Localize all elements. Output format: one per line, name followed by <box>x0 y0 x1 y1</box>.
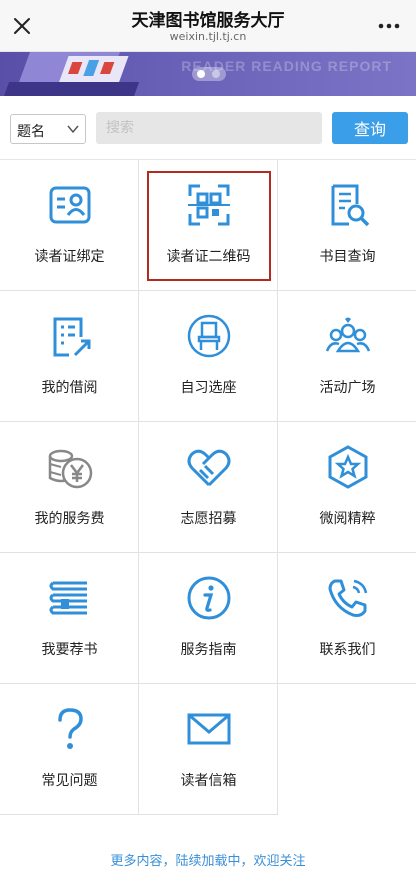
grid-item-label: 我的借阅 <box>41 380 98 396</box>
search-input[interactable] <box>96 112 322 144</box>
grid-item-label: 读者信箱 <box>180 773 237 789</box>
footer-note: 更多内容，陆续加载中，欢迎关注 <box>110 854 306 869</box>
grid-item-coin-yen[interactable]: 我的服务费 <box>0 422 139 553</box>
book-search-icon <box>331 184 370 227</box>
grid-item-label: 联系我们 <box>319 642 376 658</box>
qr-code-icon <box>188 184 230 226</box>
grid-item-label: 书目查询 <box>319 249 376 265</box>
grid-item-label: 服务指南 <box>180 642 237 658</box>
top-bar: 天津图书馆服务大厅 weixin.tjl.tj.cn <box>0 0 416 52</box>
grid-item-label: 常见问题 <box>41 773 98 789</box>
book-stack-icon <box>49 581 87 615</box>
grid-item-star-hexagon[interactable]: 微阅精粹 <box>278 422 416 553</box>
grid-item-handshake-heart[interactable]: 志愿招募 <box>139 422 278 553</box>
banner-carousel[interactable]: READER READING REPORT <box>0 52 416 96</box>
chevron-down-icon <box>67 125 79 134</box>
banner-illustration <box>3 52 140 96</box>
carousel-dot[interactable] <box>212 70 220 78</box>
search-bar: 题名 查询 <box>0 96 416 160</box>
grid-item-chair[interactable]: 自习选座 <box>139 291 278 422</box>
info-icon <box>187 576 231 620</box>
search-field-select[interactable]: 题名 <box>10 114 86 144</box>
grid-item-question[interactable]: 常见问题 <box>0 684 139 815</box>
grid-item-people[interactable]: 活动广场 <box>278 291 416 422</box>
grid-item-label: 我的服务费 <box>34 511 105 527</box>
page-url: weixin.tjl.tj.cn <box>169 30 247 43</box>
phone-icon <box>328 579 368 617</box>
grid-item-qr-code[interactable]: 读者证二维码 <box>139 160 278 291</box>
more-icon[interactable] <box>376 14 402 38</box>
grid-item-mail[interactable]: 读者信箱 <box>139 684 278 815</box>
chair-icon <box>187 314 231 358</box>
grid-item-book-search[interactable]: 书目查询 <box>278 160 416 291</box>
handshake-heart-icon <box>187 449 231 487</box>
grid-item-borrow-list[interactable]: 我的借阅 <box>0 291 139 422</box>
select-value: 题名 <box>17 124 45 140</box>
star-hexagon-icon <box>328 445 368 489</box>
grid-item-phone[interactable]: 联系我们 <box>278 553 416 684</box>
coin-yen-icon <box>48 449 93 489</box>
grid-item-label: 读者证二维码 <box>166 249 251 265</box>
grid-item-id-card[interactable]: 读者证绑定 <box>0 160 139 291</box>
grid-item-label: 活动广场 <box>319 380 376 396</box>
grid-item-label: 志愿招募 <box>180 511 237 527</box>
carousel-indicator <box>192 67 226 81</box>
grid-item-label: 微阅精粹 <box>319 511 376 527</box>
people-icon <box>325 317 371 353</box>
carousel-dot-active[interactable] <box>197 70 205 78</box>
mail-icon <box>187 713 231 745</box>
query-button[interactable]: 查询 <box>332 112 408 144</box>
grid-item-book-stack[interactable]: 我要荐书 <box>0 553 139 684</box>
question-icon <box>58 708 83 749</box>
grid-item-label: 读者证绑定 <box>34 249 105 265</box>
borrow-list-icon <box>53 317 91 357</box>
grid-item-label: 我要荐书 <box>41 642 98 658</box>
grid-item-info[interactable]: 服务指南 <box>139 553 278 684</box>
page-title: 天津图书馆服务大厅 <box>131 11 285 31</box>
id-card-icon <box>49 186 91 224</box>
grid-item-label: 自习选座 <box>180 380 237 396</box>
